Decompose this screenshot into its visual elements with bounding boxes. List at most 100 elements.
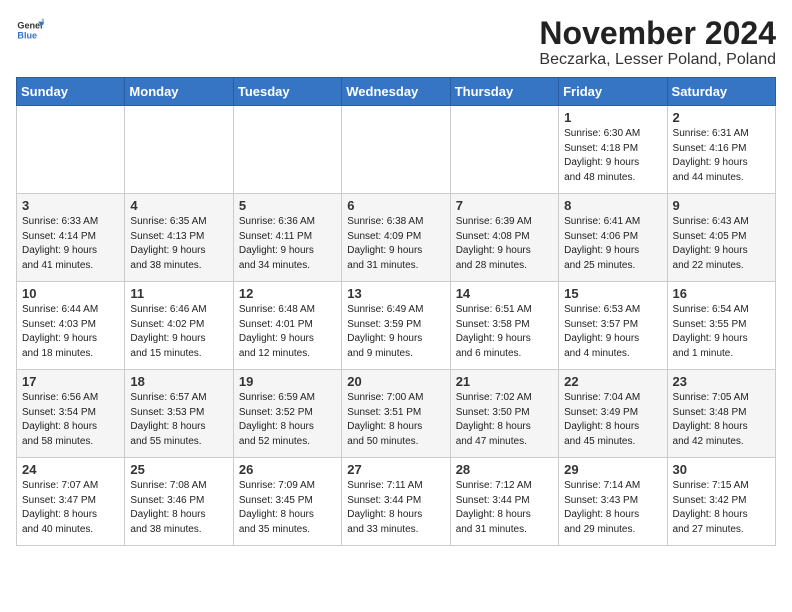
calendar-cell [17, 106, 125, 194]
calendar-cell: 21 Sunrise: 7:02 AM Sunset: 3:50 PM Dayli… [450, 370, 558, 458]
day-number: 1 [564, 110, 661, 125]
month-title: November 2024 [539, 16, 776, 51]
calendar-cell [342, 106, 450, 194]
day-info: Sunrise: 6:51 AM Sunset: 3:58 PM Dayligh… [456, 303, 553, 361]
day-number: 11 [130, 286, 227, 301]
day-number: 25 [130, 462, 227, 477]
calendar-cell: 22 Sunrise: 7:04 AM Sunset: 3:49 PM Dayli… [559, 370, 667, 458]
day-info: Sunrise: 6:53 AM Sunset: 3:57 PM Dayligh… [564, 303, 661, 361]
page-header: General Blue November 2024 Beczarka, Les… [16, 16, 776, 69]
calendar-cell: 2Sunrise: 6:31 AM Sunset: 4:16 PM Daylig… [667, 106, 775, 194]
day-info: Sunrise: 6:30 AM Sunset: 4:18 PM Dayligh… [564, 127, 661, 185]
calendar-cell: 5 Sunrise: 6:36 AM Sunset: 4:11 PM Daylig… [233, 194, 341, 282]
day-info: Sunrise: 6:44 AM Sunset: 4:03 PM Dayligh… [22, 303, 119, 361]
weekday-header: Friday [559, 78, 667, 106]
logo-icon: General Blue [16, 16, 44, 44]
day-info: Sunrise: 6:36 AM Sunset: 4:11 PM Dayligh… [239, 215, 336, 273]
weekday-header: Tuesday [233, 78, 341, 106]
day-number: 6 [347, 198, 444, 213]
day-number: 22 [564, 374, 661, 389]
calendar-cell: 20Sunrise: 7:00 AM Sunset: 3:51 PM Dayli… [342, 370, 450, 458]
day-number: 29 [564, 462, 661, 477]
day-info: Sunrise: 6:39 AM Sunset: 4:08 PM Dayligh… [456, 215, 553, 273]
calendar-cell: 8Sunrise: 6:41 AM Sunset: 4:06 PM Daylig… [559, 194, 667, 282]
weekday-header: Saturday [667, 78, 775, 106]
day-info: Sunrise: 7:00 AM Sunset: 3:51 PM Dayligh… [347, 391, 444, 449]
day-number: 5 [239, 198, 336, 213]
day-number: 7 [456, 198, 553, 213]
day-number: 18 [130, 374, 227, 389]
day-info: Sunrise: 6:31 AM Sunset: 4:16 PM Dayligh… [673, 127, 770, 185]
day-number: 21 [456, 374, 553, 389]
logo: General Blue [16, 16, 44, 44]
calendar-cell: 9 Sunrise: 6:43 AM Sunset: 4:05 PM Daylig… [667, 194, 775, 282]
day-info: Sunrise: 7:08 AM Sunset: 3:46 PM Dayligh… [130, 479, 227, 537]
calendar-cell: 14 Sunrise: 6:51 AM Sunset: 3:58 PM Dayli… [450, 282, 558, 370]
calendar-cell [450, 106, 558, 194]
day-info: Sunrise: 7:12 AM Sunset: 3:44 PM Dayligh… [456, 479, 553, 537]
calendar-cell: 1 Sunrise: 6:30 AM Sunset: 4:18 PM Daylig… [559, 106, 667, 194]
location-title: Beczarka, Lesser Poland, Poland [539, 51, 776, 69]
svg-text:Blue: Blue [17, 30, 37, 40]
day-info: Sunrise: 6:57 AM Sunset: 3:53 PM Dayligh… [130, 391, 227, 449]
calendar-cell: 16 Sunrise: 6:54 AM Sunset: 3:55 PM Dayli… [667, 282, 775, 370]
day-number: 23 [673, 374, 770, 389]
calendar-cell [233, 106, 341, 194]
day-info: Sunrise: 6:43 AM Sunset: 4:05 PM Dayligh… [673, 215, 770, 273]
day-info: Sunrise: 7:11 AM Sunset: 3:44 PM Dayligh… [347, 479, 444, 537]
day-info: Sunrise: 6:54 AM Sunset: 3:55 PM Dayligh… [673, 303, 770, 361]
day-number: 30 [673, 462, 770, 477]
day-info: Sunrise: 7:02 AM Sunset: 3:50 PM Dayligh… [456, 391, 553, 449]
day-info: Sunrise: 6:38 AM Sunset: 4:09 PM Dayligh… [347, 215, 444, 273]
day-number: 14 [456, 286, 553, 301]
day-info: Sunrise: 6:35 AM Sunset: 4:13 PM Dayligh… [130, 215, 227, 273]
day-number: 16 [673, 286, 770, 301]
calendar-cell: 19Sunrise: 6:59 AM Sunset: 3:52 PM Dayli… [233, 370, 341, 458]
calendar-cell: 4 Sunrise: 6:35 AM Sunset: 4:13 PM Daylig… [125, 194, 233, 282]
calendar-cell: 29 Sunrise: 7:14 AM Sunset: 3:43 PM Dayli… [559, 458, 667, 546]
calendar-cell: 27 Sunrise: 7:11 AM Sunset: 3:44 PM Dayli… [342, 458, 450, 546]
calendar-cell: 23Sunrise: 7:05 AM Sunset: 3:48 PM Dayli… [667, 370, 775, 458]
day-info: Sunrise: 7:09 AM Sunset: 3:45 PM Dayligh… [239, 479, 336, 537]
calendar-table: SundayMondayTuesdayWednesdayThursdayFrid… [16, 77, 776, 546]
calendar-cell: 24 Sunrise: 7:07 AM Sunset: 3:47 PM Dayli… [17, 458, 125, 546]
title-area: November 2024 Beczarka, Lesser Poland, P… [539, 16, 776, 69]
calendar-cell [125, 106, 233, 194]
day-number: 10 [22, 286, 119, 301]
calendar-cell: 28 Sunrise: 7:12 AM Sunset: 3:44 PM Dayli… [450, 458, 558, 546]
weekday-header: Monday [125, 78, 233, 106]
calendar-cell: 11 Sunrise: 6:46 AM Sunset: 4:02 PM Dayli… [125, 282, 233, 370]
day-number: 13 [347, 286, 444, 301]
day-number: 12 [239, 286, 336, 301]
calendar-cell: 10 Sunrise: 6:44 AM Sunset: 4:03 PM Dayli… [17, 282, 125, 370]
day-number: 27 [347, 462, 444, 477]
calendar-cell: 30 Sunrise: 7:15 AM Sunset: 3:42 PM Dayli… [667, 458, 775, 546]
day-number: 17 [22, 374, 119, 389]
day-info: Sunrise: 6:46 AM Sunset: 4:02 PM Dayligh… [130, 303, 227, 361]
calendar-cell: 3 Sunrise: 6:33 AM Sunset: 4:14 PM Daylig… [17, 194, 125, 282]
day-number: 9 [673, 198, 770, 213]
day-info: Sunrise: 7:04 AM Sunset: 3:49 PM Dayligh… [564, 391, 661, 449]
day-number: 15 [564, 286, 661, 301]
day-info: Sunrise: 6:41 AM Sunset: 4:06 PM Dayligh… [564, 215, 661, 273]
day-info: Sunrise: 7:07 AM Sunset: 3:47 PM Dayligh… [22, 479, 119, 537]
weekday-header: Thursday [450, 78, 558, 106]
day-number: 24 [22, 462, 119, 477]
day-number: 3 [22, 198, 119, 213]
calendar-cell: 18 Sunrise: 6:57 AM Sunset: 3:53 PM Dayli… [125, 370, 233, 458]
calendar-header: SundayMondayTuesdayWednesdayThursdayFrid… [17, 78, 776, 106]
day-info: Sunrise: 6:33 AM Sunset: 4:14 PM Dayligh… [22, 215, 119, 273]
day-info: Sunrise: 7:15 AM Sunset: 3:42 PM Dayligh… [673, 479, 770, 537]
calendar-cell: 7 Sunrise: 6:39 AM Sunset: 4:08 PM Daylig… [450, 194, 558, 282]
day-number: 4 [130, 198, 227, 213]
day-info: Sunrise: 7:14 AM Sunset: 3:43 PM Dayligh… [564, 479, 661, 537]
day-number: 28 [456, 462, 553, 477]
day-info: Sunrise: 6:56 AM Sunset: 3:54 PM Dayligh… [22, 391, 119, 449]
calendar-cell: 6 Sunrise: 6:38 AM Sunset: 4:09 PM Daylig… [342, 194, 450, 282]
day-info: Sunrise: 6:48 AM Sunset: 4:01 PM Dayligh… [239, 303, 336, 361]
day-info: Sunrise: 6:59 AM Sunset: 3:52 PM Dayligh… [239, 391, 336, 449]
calendar-cell: 15 Sunrise: 6:53 AM Sunset: 3:57 PM Dayli… [559, 282, 667, 370]
calendar-cell: 13Sunrise: 6:49 AM Sunset: 3:59 PM Dayli… [342, 282, 450, 370]
weekday-header: Sunday [17, 78, 125, 106]
calendar-cell: 26Sunrise: 7:09 AM Sunset: 3:45 PM Dayli… [233, 458, 341, 546]
